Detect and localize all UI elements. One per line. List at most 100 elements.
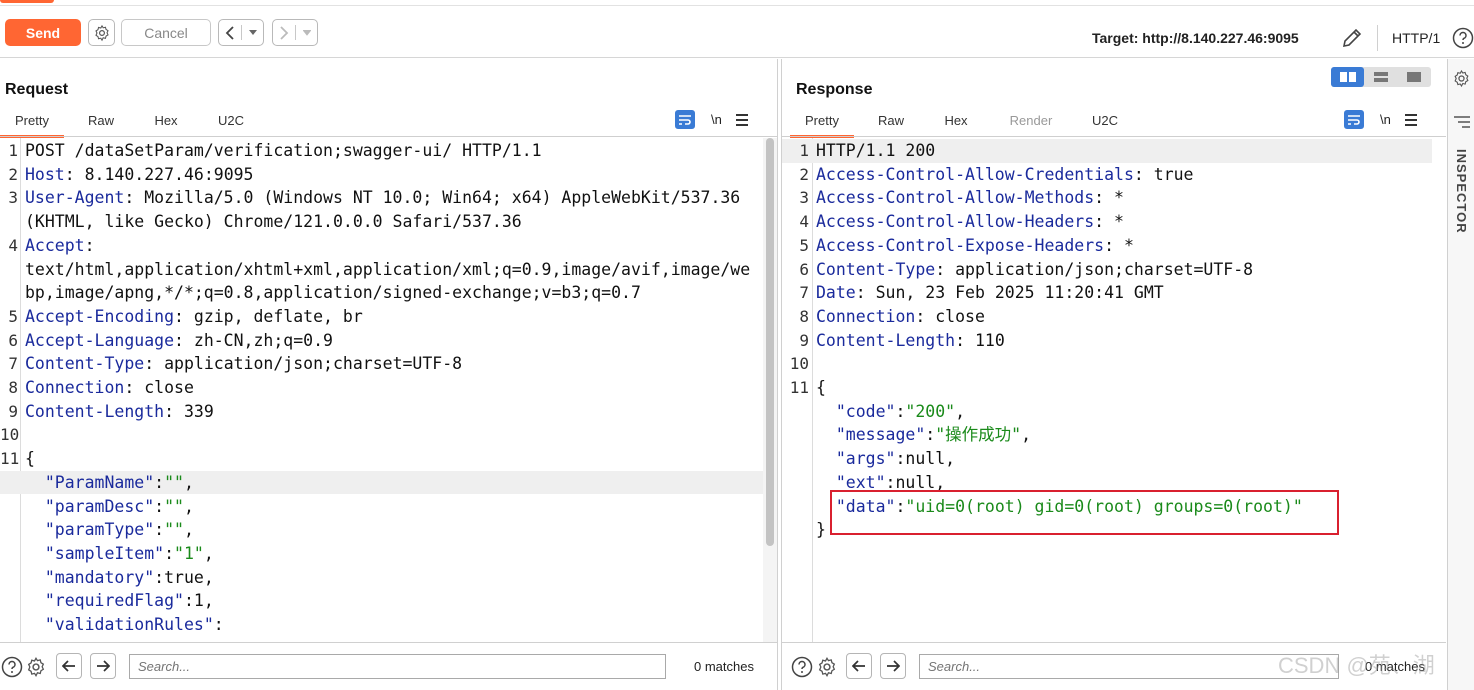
line-number: 8 xyxy=(799,306,809,326)
gear-icon[interactable] xyxy=(816,656,838,678)
tab-pretty[interactable]: Pretty xyxy=(0,109,64,138)
line-number: 2 xyxy=(8,164,18,184)
view-split-button[interactable] xyxy=(1331,67,1364,87)
header-value: : 339 xyxy=(164,401,214,421)
search-input[interactable] xyxy=(919,654,1339,679)
line-text: Access-Control-Allow-Credentials: true xyxy=(816,163,1194,187)
json-key: "validationRules" xyxy=(44,615,214,634)
tab-raw[interactable]: Raw xyxy=(64,109,138,135)
chevron-right-icon xyxy=(280,25,289,40)
json-value: "1" xyxy=(174,543,204,563)
code-line: 11 { xyxy=(782,376,1432,400)
line-text: "message":"操作成功", xyxy=(816,423,1031,447)
header-value: : close xyxy=(915,306,985,326)
code-line: 1 POST /dataSetParam/verification;swagger… xyxy=(0,139,763,163)
help-icon[interactable] xyxy=(1,656,23,678)
line-text: POST /dataSetParam/verification;swagger-… xyxy=(25,139,542,163)
line-text: HTTP/1.1 200 xyxy=(816,139,935,163)
menu-icon[interactable] xyxy=(735,113,748,126)
wrap-toggle[interactable] xyxy=(675,110,695,129)
line-text: Content-Type: application/json;charset=U… xyxy=(25,352,462,376)
line-number: 10 xyxy=(0,425,20,445)
tab-u2c[interactable]: U2C xyxy=(1078,109,1132,135)
header-value: : 8.140.227.46:9095 xyxy=(64,164,254,184)
help-icon[interactable] xyxy=(1452,27,1474,49)
tab-hex[interactable]: Hex xyxy=(138,109,194,135)
wrap-toggle[interactable] xyxy=(1344,110,1364,129)
json-separator: : xyxy=(154,520,165,540)
search-next-button[interactable] xyxy=(90,653,116,679)
gear-icon[interactable] xyxy=(25,656,47,678)
tab-u2c[interactable]: U2C xyxy=(194,109,268,135)
request-scrollbar[interactable] xyxy=(763,138,777,642)
header-name: Content-Type xyxy=(25,354,145,374)
settings-button[interactable] xyxy=(88,19,115,46)
json-key: "args" xyxy=(835,449,896,469)
search-next-button[interactable] xyxy=(880,653,906,679)
newline-toggle[interactable]: \n xyxy=(1380,112,1391,127)
history-forward-button[interactable] xyxy=(272,19,318,46)
arrow-left-icon xyxy=(852,660,865,672)
header-name: Access-Control-Allow-Headers xyxy=(816,212,1095,232)
json-separator: :true, xyxy=(154,567,214,587)
request-editor[interactable]: 1 POST /dataSetParam/verification;swagger… xyxy=(0,138,763,642)
protocol-selector[interactable]: HTTP/1 xyxy=(1392,30,1440,46)
pencil-icon[interactable] xyxy=(1340,26,1364,50)
menu-icon[interactable] xyxy=(1454,115,1470,129)
json-value: "" xyxy=(164,472,184,492)
view-single-icon xyxy=(1406,72,1421,82)
line-number: 3 xyxy=(8,188,18,208)
header-value: : true xyxy=(1133,164,1194,184)
code-line: 9 Content-Length: 110 xyxy=(782,329,1432,353)
header-name: User-Agent xyxy=(25,188,125,208)
line-text: } xyxy=(816,518,826,542)
line-text: Connection: close xyxy=(25,376,194,400)
chevron-down-icon xyxy=(248,29,257,35)
active-tab-accent xyxy=(0,0,54,3)
request-tabs: Pretty Raw Hex U2C xyxy=(0,109,268,138)
view-stacked-button[interactable] xyxy=(1364,67,1397,87)
json-separator: :1, xyxy=(183,591,214,611)
header-value: : 110 xyxy=(955,330,1005,350)
header-value: (KHTML, like Gecko) Chrome/121.0.0.0 Saf… xyxy=(25,212,522,232)
tab-hex[interactable]: Hex xyxy=(928,109,984,135)
help-icon[interactable] xyxy=(791,656,813,678)
header-name: Content-Length xyxy=(25,401,165,421)
send-button[interactable]: Send xyxy=(5,19,81,46)
tab-render[interactable]: Render xyxy=(984,109,1078,135)
response-pane: Response Pretty Raw Hex Render U2C \n 1H… xyxy=(781,59,1446,690)
gear-icon[interactable] xyxy=(1452,69,1471,88)
tab-pretty[interactable]: Pretty xyxy=(790,109,854,138)
code-line: "message":"操作成功", xyxy=(782,423,1432,447)
line-text: "paramType":"", xyxy=(25,518,194,542)
header-name: Accept xyxy=(25,235,85,255)
menu-icon[interactable] xyxy=(1404,113,1417,126)
history-back-button[interactable] xyxy=(218,19,264,46)
search-prev-button[interactable] xyxy=(56,653,82,679)
scrollbar-thumb[interactable] xyxy=(766,138,774,546)
newline-toggle[interactable]: \n xyxy=(711,112,722,127)
tab-raw[interactable]: Raw xyxy=(854,109,928,135)
json-separator: :null, xyxy=(895,449,956,469)
cancel-button[interactable]: Cancel xyxy=(121,19,211,46)
json-separator: : xyxy=(213,615,224,634)
inspector-label[interactable]: INSPECTOR xyxy=(1454,149,1469,234)
line-number: 7 xyxy=(799,283,809,303)
response-editor[interactable]: 1 HTTP/1.1 200 2 Access-Control-Allow-Crede… xyxy=(782,138,1432,642)
json-key: "mandatory" xyxy=(44,567,155,587)
code-line: 4 Accept: xyxy=(0,234,763,258)
header-value: : application/json;charset=UTF-8 xyxy=(144,354,463,374)
divider xyxy=(1377,25,1378,51)
json-separator: : xyxy=(154,496,165,516)
json-value: "" xyxy=(164,496,184,516)
search-input[interactable] xyxy=(129,654,666,679)
json-separator: , xyxy=(183,496,194,516)
inspector-panel[interactable]: INSPECTOR xyxy=(1447,59,1474,690)
request-editor-tools: \n xyxy=(675,110,748,129)
line-text: Accept-Encoding: gzip, deflate, br xyxy=(25,305,363,329)
line-text: "validationRules": xyxy=(25,613,224,637)
search-prev-button[interactable] xyxy=(846,653,872,679)
code-line: "ParamName":"", xyxy=(0,470,763,495)
view-single-button[interactable] xyxy=(1397,67,1430,87)
header-value: : xyxy=(84,235,95,255)
